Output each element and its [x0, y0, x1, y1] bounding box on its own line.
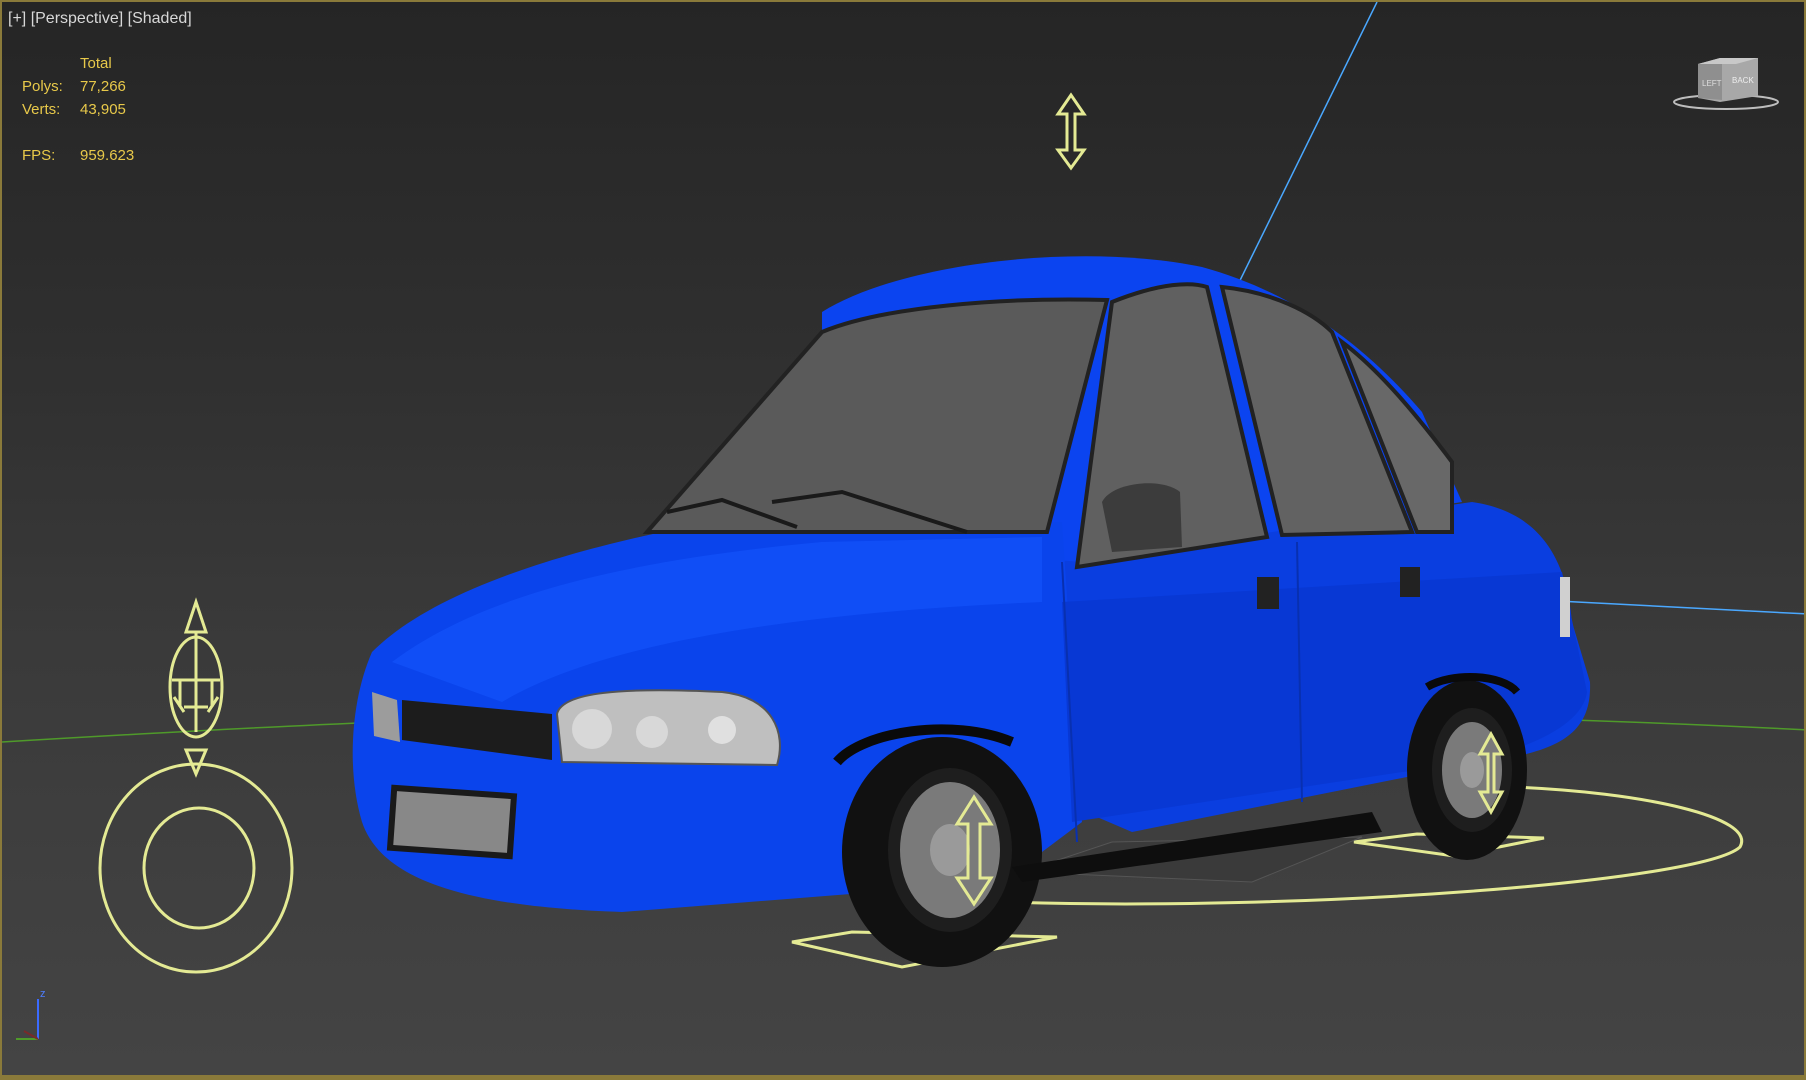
- door-handle-rear: [1400, 567, 1420, 597]
- license-plate: [386, 784, 518, 860]
- viewcube-left-face: LEFT: [1702, 79, 1722, 88]
- root-control-icon[interactable]: [98, 597, 294, 974]
- side-mirror: [1102, 483, 1182, 552]
- rear-wheel: [1407, 680, 1527, 860]
- double-arrow-vertical-icon[interactable]: [1055, 92, 1087, 171]
- viewport-point-of-view-menu[interactable]: [Perspective]: [31, 10, 123, 27]
- polys-value: 77,266: [80, 78, 126, 95]
- viewport-general-menu[interactable]: [+]: [8, 10, 26, 27]
- verts-label: Verts:: [22, 101, 61, 118]
- axis-z-label: z: [40, 988, 46, 1000]
- windshield: [642, 297, 1110, 534]
- car-model[interactable]: [352, 256, 1591, 967]
- viewport-label-menu[interactable]: [+] [Perspective] [Shaded]: [8, 10, 192, 28]
- viewport-shading-menu[interactable]: [Shaded]: [128, 10, 192, 27]
- polys-label: Polys:: [22, 78, 63, 95]
- viewport-scene[interactable]: [2, 2, 1806, 1080]
- door-handle: [1257, 577, 1279, 609]
- perspective-viewport[interactable]: [+] [Perspective] [Shaded] Total Polys: 7…: [0, 0, 1806, 1080]
- viewport-statistics: Total Polys: 77,266 Verts: 43,905 FPS: 959.…: [22, 52, 134, 167]
- fps-label: FPS:: [22, 147, 56, 164]
- fps-value: 959.623: [80, 147, 135, 164]
- front-wheel: [842, 737, 1042, 967]
- viewcube-icon[interactable]: LEFT BACK: [1670, 54, 1782, 116]
- axis-tripod-icon: z: [16, 988, 46, 1040]
- stats-header: Total: [80, 55, 112, 72]
- verts-value: 43,905: [80, 101, 126, 118]
- viewcube-front-face: BACK: [1732, 76, 1754, 85]
